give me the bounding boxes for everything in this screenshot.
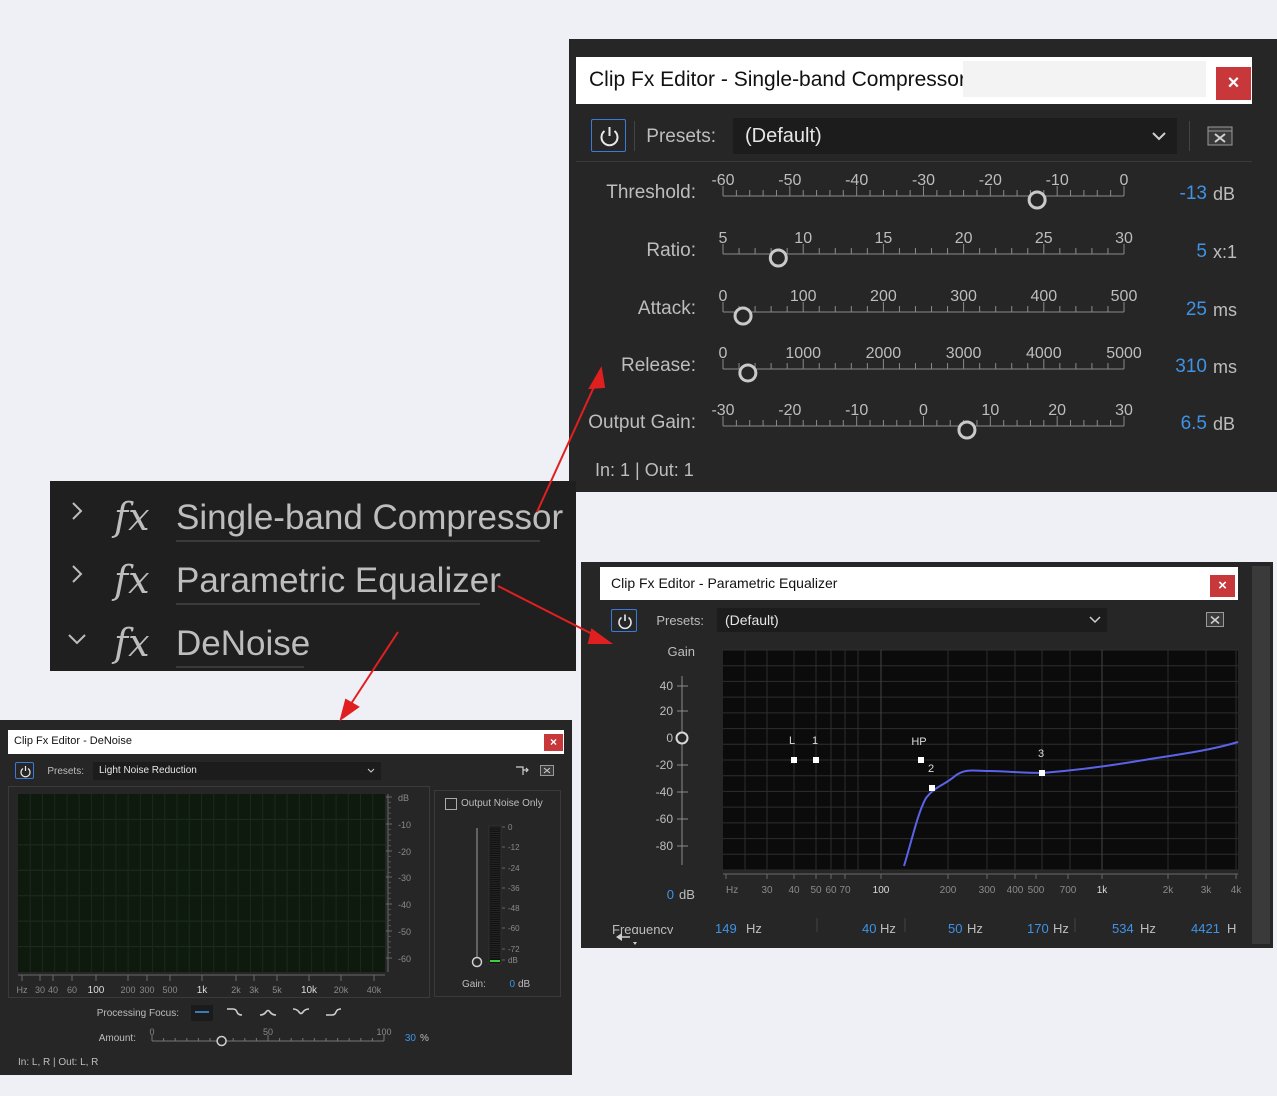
- arrow-equalizer: [497, 585, 605, 641]
- arrow-compressor: [536, 377, 599, 513]
- arrowhead-denoise: [339, 698, 360, 722]
- arrow-denoise: [344, 631, 399, 714]
- arrowhead-equalizer: [587, 628, 614, 644]
- arrowhead-compressor: [588, 366, 606, 390]
- callout-arrows: [339, 366, 614, 722]
